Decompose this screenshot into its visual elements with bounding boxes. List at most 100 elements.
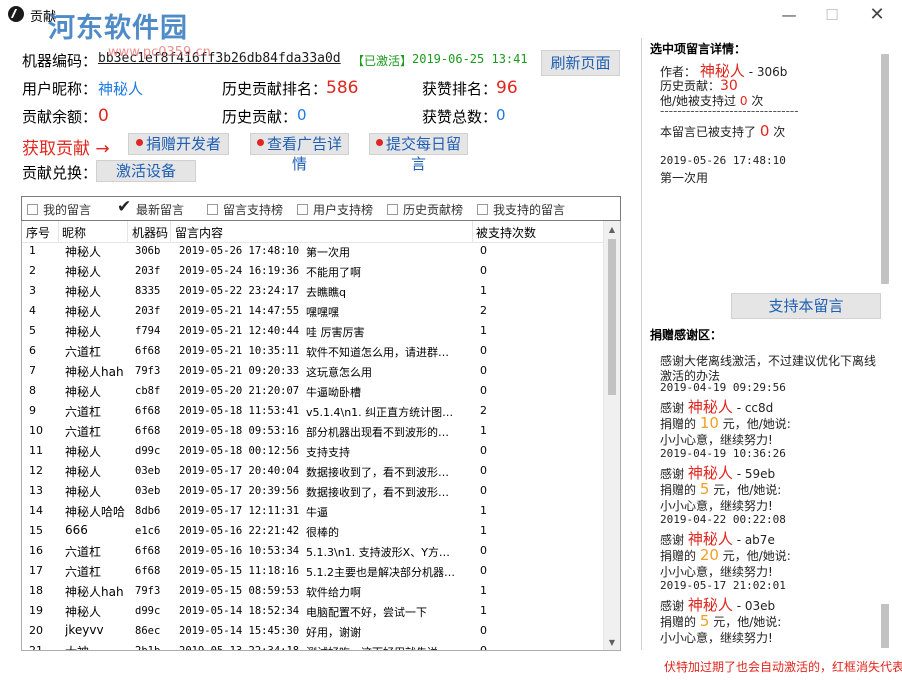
row-machine-code: 03eb [135,485,161,497]
table-row[interactable]: 16 六道杠 6f68 2019-05-16 10:53:34 5.1.3\n1. 支持… [22,541,605,561]
table-row[interactable]: 2 神秘人 203f 2019-05-24 16:19:36 不能用了啊 0 [22,261,605,281]
row-number: 2 [29,264,36,277]
row-support-count: 1 [480,424,487,437]
get-contribution-label: 获取贡献 → [22,139,110,159]
col-header-machine-code[interactable]: 机器码 [132,224,168,241]
row-time: 2019-05-14 18:52:34 [179,605,300,617]
tab-history-contrib-rank[interactable]: 历史贡献榜 [387,201,463,218]
row-support-count: 0 [480,344,487,357]
table-row[interactable]: 1 神秘人 306b 2019-05-26 17:48:10 第一次用 0 [22,241,605,261]
table-row[interactable]: 10 六道杠 6f68 2019-05-18 09:53:16 部分机器出现看不到波形的… [22,421,605,441]
tab-my-messages[interactable]: 我的留言 [27,201,91,218]
row-support-count: 0 [480,244,487,257]
col-header-content[interactable]: 留言内容 [175,224,223,241]
thanks-donate-post: 元，他/她说: [722,417,791,431]
row-time: 2019-05-26 17:48:10 [179,245,300,257]
row-nickname: 666 [65,523,88,537]
row-number: 6 [29,344,36,357]
thanks-amount-line: 捐赠的 5 元，他/她说: [660,612,781,630]
table-row[interactable]: 17 六道杠 6f68 2019-05-15 11:18:16 5.1.2主要也是解决部… [22,561,605,581]
submit-message-button[interactable]: 提交每日留言 [369,133,468,173]
detail-message-supported: 本留言已被支持了 0 次 [660,122,785,140]
row-support-count: 1 [480,584,487,597]
col-header-support-count[interactable]: 被支持次数 [476,224,536,241]
title-bar: 贡献 河东软件园 — ☐ ✕ [0,0,902,44]
table-row[interactable]: 15 666 e1c6 2019-05-16 22:21:42 很棒的 1 [22,521,605,541]
thanks-time-line: 2019-04-19 10:36:26 [660,446,786,460]
support-message-button[interactable]: 支持本留言 [731,293,881,319]
ads-button[interactable]: 查看广告详情 [250,133,349,173]
table-row[interactable]: 3 神秘人 8335 2019-05-22 23:24:17 去瞧瞧q 1 [22,281,605,301]
scroll-down-icon[interactable]: ▼ [604,634,620,650]
row-content: 去瞧瞧q [306,286,346,299]
detail-heading: 选中项留言详情： [650,42,747,56]
scroll-thumb[interactable] [608,239,616,395]
col-header-no[interactable]: 序号 [26,224,50,241]
support-rank-value: 96 [496,78,518,98]
table-row[interactable]: 21 大神2b1b 2019-05-13 22:34:18 测试好吃，这下好用就先送 0 [22,641,605,651]
thanks-donate-pre: 捐赠的 [660,615,697,629]
donate-button[interactable]: 捐赠开发者 [128,133,229,155]
table-row[interactable]: 11 神秘人 d99c 2019-05-18 00:12:56 支持支持 0 [22,441,605,461]
row-support-count: 0 [480,624,487,637]
table-row[interactable]: 18 神秘人hah 79f3 2019-05-15 08:59:53 软件给力啊 1 [22,581,605,601]
row-number: 17 [29,564,43,577]
tab-latest-messages[interactable]: 最新留言 [117,197,185,218]
support-rank-label: 获赞排名： [422,80,498,98]
row-content: 5.1.2主要也是解决部分机器… [306,566,455,579]
row-support-count: 2 [480,304,487,317]
table-row[interactable]: 13 神秘人 03eb 2019-05-17 20:39:56 数据接收到了，看不到波形… [22,481,605,501]
row-nickname: 神秘人 [65,245,102,259]
tab-label: 留言支持榜 [223,203,284,217]
tab-label: 最新留言 [136,203,185,217]
table-row[interactable]: 5 神秘人 f794 2019-05-21 12:40:44 哇 厉害厉害 1 [22,321,605,341]
table-row[interactable]: 8 神秘人 cb8f 2019-05-20 21:20:07 牛逼呦卧槽 0 [22,381,605,401]
table-row[interactable]: 4 神秘人 203f 2019-05-21 14:47:55 嘿嘿嘿 2 [22,301,605,321]
messages-table[interactable]: 序号 昵称 机器码 留言内容 被支持次数 1 神秘人 306b 2019-05-26 … [21,221,621,651]
tab-my-supported[interactable]: 我支持的留言 [477,201,565,218]
scroll-up-icon[interactable]: ▲ [604,221,620,238]
row-number: 20 [29,624,43,637]
table-row[interactable]: 12 神秘人 03eb 2019-05-17 20:40:04 数据接收到了，看不到波形… [22,461,605,481]
balance-value: 0 [98,106,109,126]
thanks-code: - ab7e [736,533,775,547]
thanks-donate-post: 元，他/她说: [722,549,791,563]
table-row[interactable]: 6 六道杠 6f68 2019-05-21 10:35:11 软件不知道怎么用，请进群…… [22,341,605,361]
refresh-button[interactable]: 刷新页面 [541,50,620,76]
thanks-code: - 03eb [736,599,776,613]
thanks-message: 小小心意，继续努力! [660,631,773,644]
row-nickname: 神秘人 [65,325,102,339]
table-row[interactable]: 19 神秘人 d99c 2019-05-14 18:52:34 电脑配置不好，尝试一下 1 [22,601,605,621]
close-button[interactable]: ✕ [862,4,892,26]
table-row[interactable]: 9 六道杠 6f68 2019-05-18 11:53:41 v5.1.4\n1. 纠正… [22,401,605,421]
thanks-message: 小小心意，继续努力! [660,499,773,513]
row-machine-code: 86ec [135,625,161,637]
table-row[interactable]: 7 神秘人hah 79f3 2019-05-21 09:20:33 这玩意怎么用 0 [22,361,605,381]
minimize-button[interactable]: — [774,4,804,26]
detail-scrollbar[interactable] [881,54,889,284]
thanks-time-line: 2019-04-22 00:22:08 [660,512,786,526]
machine-code-label: 机器编码： [22,52,98,70]
detail-time: 2019-05-26 17:48:10 [660,154,786,167]
thanks-scrollbar[interactable] [881,604,889,648]
activate-device-button[interactable]: 激活设备 [96,160,196,182]
row-machine-code: 6f68 [135,345,161,357]
row-number: 7 [29,364,36,377]
row-nickname: 神秘人 [65,445,102,459]
row-time: 2019-05-21 14:47:55 [179,305,300,317]
tab-message-support-rank[interactable]: 留言支持榜 [207,201,283,218]
table-scrollbar[interactable]: ▲ ▼ [603,221,620,650]
maximize-button[interactable]: ☐ [817,4,847,26]
row-nickname: 神秘人哈哈 [65,505,126,519]
row-number: 21 [29,644,43,651]
table-row[interactable]: 20 jkeyvv 86ec 2019-05-14 15:45:30 好用，谢谢 0 [22,621,605,641]
row-time: 2019-05-13 22:34:18 [179,645,300,651]
row-time: 2019-05-22 23:24:17 [179,285,300,297]
col-header-nickname[interactable]: 昵称 [62,224,86,241]
tab-user-support-rank[interactable]: 用户支持榜 [297,201,373,218]
row-number: 9 [29,404,36,417]
table-row[interactable]: 14 神秘人哈哈 8db6 2019-05-17 12:11:31 牛逼 1 [22,501,605,521]
msg-supported-post: 次 [773,125,786,139]
row-nickname: 六道杠 [65,405,102,419]
row-number: 11 [29,444,43,457]
